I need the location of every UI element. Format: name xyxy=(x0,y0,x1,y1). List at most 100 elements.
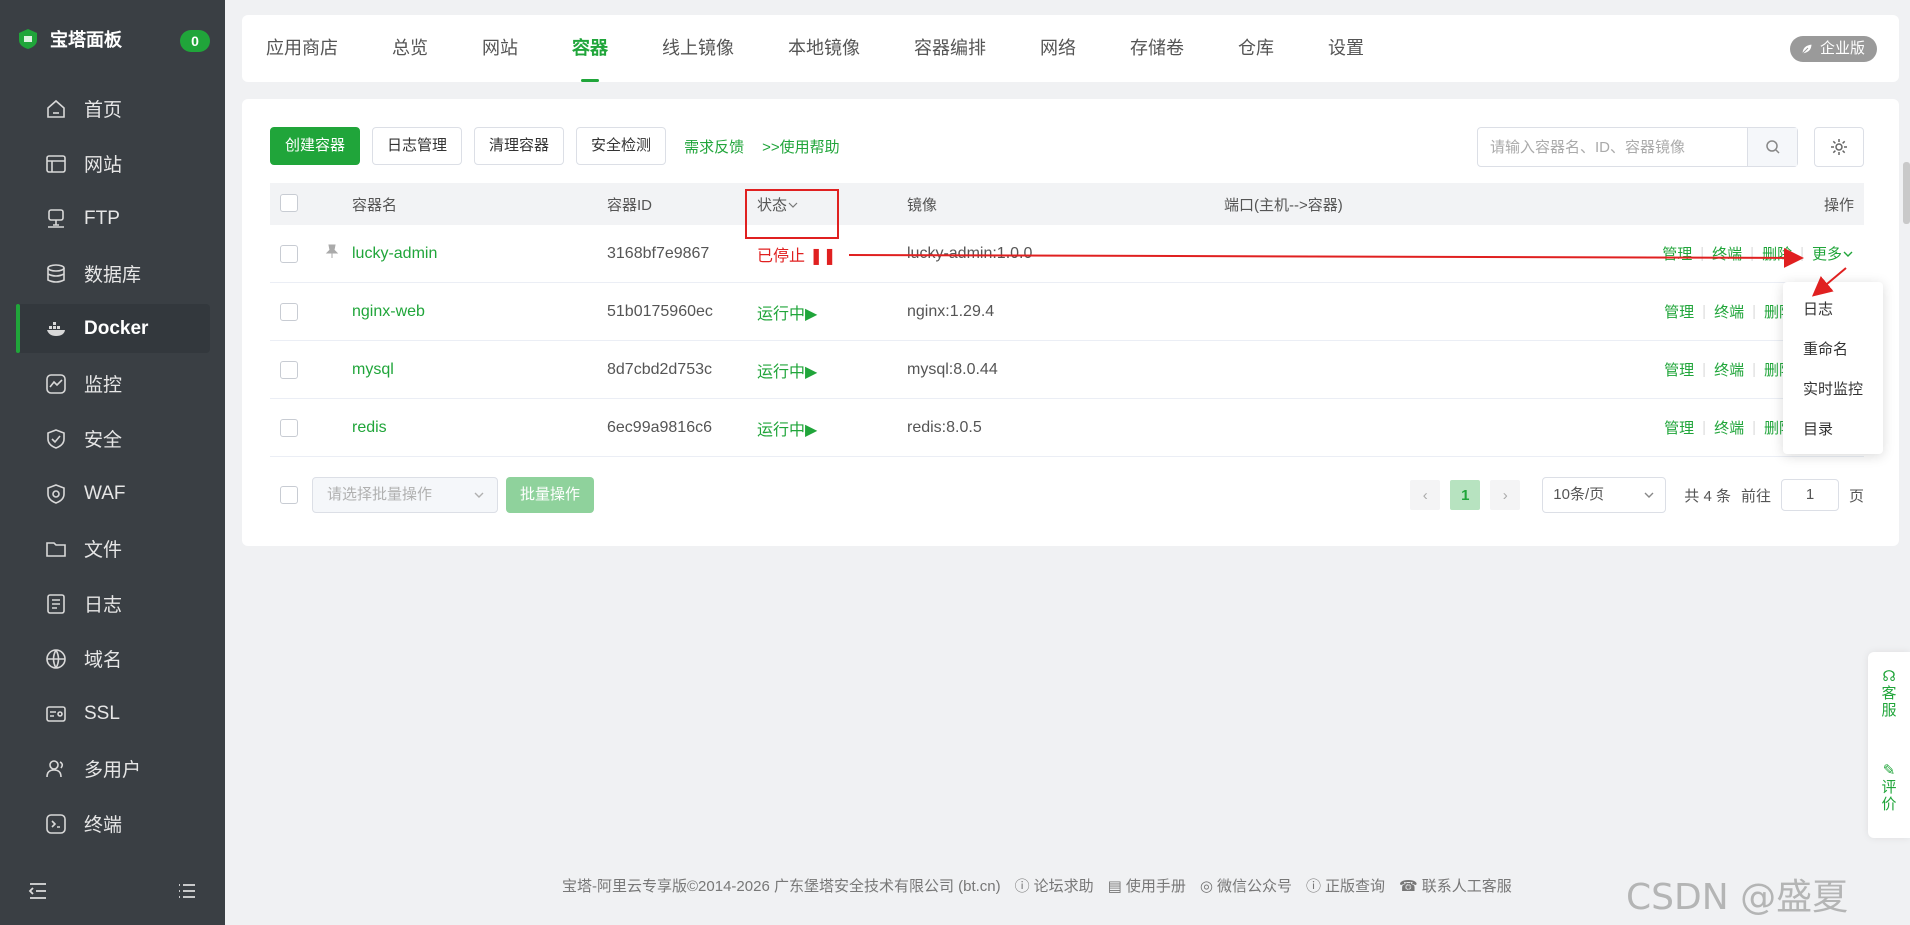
prev-page-button[interactable]: ‹ xyxy=(1410,480,1441,510)
sidebar-item-multiuser[interactable]: 多用户 xyxy=(16,744,210,793)
tab-overview[interactable]: 总览 xyxy=(392,15,428,82)
row-checkbox[interactable] xyxy=(280,303,298,321)
review-button[interactable]: ✎ 评价 xyxy=(1868,762,1910,813)
manage-button[interactable]: 管理 xyxy=(1664,417,1694,438)
container-status[interactable]: 运行中▶ xyxy=(757,416,817,440)
page-unit: 页 xyxy=(1848,487,1864,505)
sidebar-item-terminal[interactable]: 终端 xyxy=(16,799,210,848)
sidebar-item-files[interactable]: 文件 xyxy=(16,524,210,573)
tab-containers[interactable]: 容器 xyxy=(572,15,608,82)
manage-button[interactable]: 管理 xyxy=(1664,301,1694,322)
sidebar-item-label: WAF xyxy=(84,482,126,504)
pin-icon[interactable] xyxy=(324,243,340,259)
help-link[interactable]: >>使用帮助 xyxy=(762,136,840,157)
pause-icon: ❚❚ xyxy=(809,247,837,265)
toolbar: 创建容器 日志管理 清理容器 安全检测 需求反馈 >>使用帮助 xyxy=(270,127,840,165)
container-name[interactable]: mysql xyxy=(352,361,394,379)
container-image: lucky-admin:1.0.0 xyxy=(907,244,1033,262)
tab-local-images[interactable]: 本地镜像 xyxy=(788,15,860,82)
sidebar-item-ftp[interactable]: FTP xyxy=(16,194,210,243)
select-all-checkbox[interactable] xyxy=(280,194,298,212)
log-manage-button[interactable]: 日志管理 xyxy=(372,127,463,165)
tab-network[interactable]: 网络 xyxy=(1040,15,1076,82)
contact-support-link[interactable]: ☎ 联系人工客服 xyxy=(1399,875,1512,896)
manage-button[interactable]: 管理 xyxy=(1662,243,1692,264)
page-size-select[interactable]: 10条/页 xyxy=(1542,477,1667,513)
menu-item-realtime-monitor[interactable]: 实时监控 xyxy=(1783,370,1883,410)
terminal-button[interactable]: 终端 xyxy=(1714,417,1744,438)
sidebar-item-database[interactable]: 数据库 xyxy=(16,249,210,298)
sidebar-item-domain[interactable]: 域名 xyxy=(16,634,210,683)
sidebar-item-ssl[interactable]: SSL xyxy=(16,689,210,738)
scrollbar-thumb[interactable] xyxy=(1903,162,1910,224)
manual-link[interactable]: ▤ 使用手册 xyxy=(1108,875,1186,896)
next-page-button[interactable]: › xyxy=(1490,480,1521,510)
delete-button[interactable]: 删除 xyxy=(1762,243,1792,264)
sidebar-item-monitor[interactable]: 监控 xyxy=(16,359,210,408)
container-name[interactable]: nginx-web xyxy=(352,303,425,321)
tab-online-images[interactable]: 线上镜像 xyxy=(662,15,734,82)
more-button[interactable]: 更多 xyxy=(1812,243,1854,264)
container-status[interactable]: 运行中▶ xyxy=(757,358,817,382)
terminal-button[interactable]: 终端 xyxy=(1714,359,1744,380)
create-container-button[interactable]: 创建容器 xyxy=(270,127,361,165)
status-label: 运行中 xyxy=(757,305,806,323)
container-status[interactable]: 已停止 ❚❚ xyxy=(757,242,836,266)
container-name[interactable]: lucky-admin xyxy=(352,245,437,263)
containers-table: 容器名 容器ID 状态 镜像 端口(主机-->容器) 操作 lucky-admi… xyxy=(270,183,1864,457)
collapse-sidebar-icon[interactable] xyxy=(27,880,49,902)
row-checkbox[interactable] xyxy=(280,361,298,379)
tab-settings[interactable]: 设置 xyxy=(1328,15,1364,82)
tab-compose[interactable]: 容器编排 xyxy=(914,15,986,82)
menu-item-rename[interactable]: 重命名 xyxy=(1783,330,1883,370)
tab-app-store[interactable]: 应用商店 xyxy=(266,15,338,82)
divider: | xyxy=(1702,361,1707,378)
log-icon xyxy=(44,592,68,616)
row-checkbox[interactable] xyxy=(280,419,298,437)
sidebar-item-security[interactable]: 安全 xyxy=(16,414,210,463)
sidebar-item-home[interactable]: 首页 xyxy=(16,84,210,133)
current-page[interactable]: 1 xyxy=(1450,480,1481,510)
settings-button[interactable] xyxy=(1814,127,1864,167)
notification-badge[interactable]: 0 xyxy=(180,30,210,52)
terminal-button[interactable]: 终端 xyxy=(1712,243,1742,264)
feedback-link[interactable]: 需求反馈 xyxy=(684,136,744,157)
search-input[interactable] xyxy=(1478,128,1747,166)
batch-select-all-checkbox[interactable] xyxy=(280,486,298,504)
users-icon xyxy=(44,757,68,781)
batch-operation-select[interactable]: 请选择批量操作 xyxy=(312,477,498,513)
tab-volumes[interactable]: 存储卷 xyxy=(1130,15,1184,82)
search-button[interactable] xyxy=(1747,128,1797,166)
tab-website[interactable]: 网站 xyxy=(482,15,518,82)
sidebar-item-waf[interactable]: WAF xyxy=(16,469,210,518)
sidebar-item-docker[interactable]: Docker xyxy=(16,304,210,353)
brand[interactable]: 宝塔面板 xyxy=(16,26,122,52)
terminal-button[interactable]: 终端 xyxy=(1714,301,1744,322)
manage-button[interactable]: 管理 xyxy=(1664,359,1694,380)
sidebar-nav: 首页 网站 FTP 数据库 Docker 监控 安全 WAF 文件 日志 域名 … xyxy=(16,84,210,854)
ssl-icon xyxy=(44,702,68,726)
security-check-button[interactable]: 安全检测 xyxy=(576,127,667,165)
batch-operation-button[interactable]: 批量操作 xyxy=(506,477,595,513)
sidebar-item-logs[interactable]: 日志 xyxy=(16,579,210,628)
container-name[interactable]: redis xyxy=(352,419,387,437)
divider: | xyxy=(1800,245,1804,262)
container-status[interactable]: 运行中▶ xyxy=(757,300,817,324)
wechat-link[interactable]: ◎ 微信公众号 xyxy=(1200,875,1292,896)
row-actions: 管理 | 终端 | 删除 xyxy=(1664,301,1794,322)
clean-containers-button[interactable]: 清理容器 xyxy=(474,127,565,165)
table-header: 容器名 容器ID 状态 镜像 端口(主机-->容器) 操作 xyxy=(270,183,1864,225)
forum-link[interactable]: ⓘ 论坛求助 xyxy=(1015,875,1094,896)
row-checkbox[interactable] xyxy=(280,245,298,263)
menu-item-logs[interactable]: 日志 xyxy=(1783,290,1883,330)
goto-page-input[interactable]: 1 xyxy=(1780,479,1839,511)
menu-item-directory[interactable]: 目录 xyxy=(1783,410,1883,450)
customer-service-button[interactable]: ☊ 客服 xyxy=(1868,668,1910,719)
sidebar-item-label: 网站 xyxy=(84,155,123,176)
enterprise-badge[interactable]: 企业版 xyxy=(1789,36,1877,62)
menu-list-icon[interactable] xyxy=(176,880,198,902)
license-check-link[interactable]: ⓘ 正版查询 xyxy=(1306,875,1385,896)
sidebar-bottom xyxy=(0,872,225,912)
tab-registry[interactable]: 仓库 xyxy=(1238,15,1274,82)
sidebar-item-website[interactable]: 网站 xyxy=(16,139,210,188)
